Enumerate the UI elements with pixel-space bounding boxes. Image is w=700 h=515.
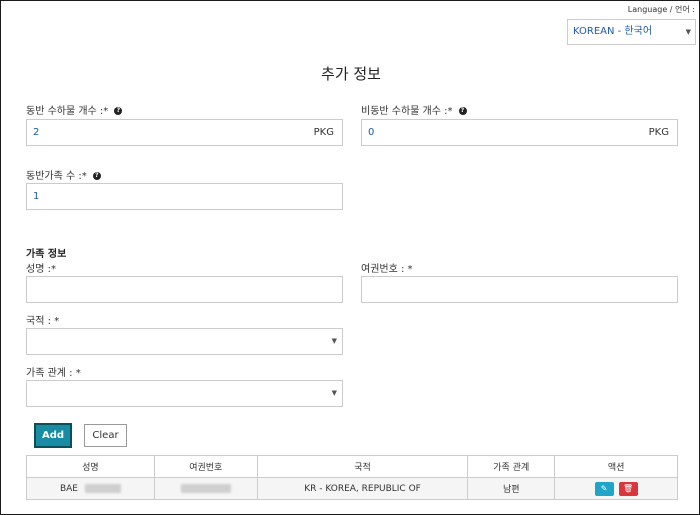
redacted-text bbox=[84, 483, 121, 493]
page-title: 추가 정보 bbox=[321, 65, 381, 83]
unaccompanied-luggage-label-text: 비동반 수하물 개수 :* bbox=[361, 106, 453, 117]
table-row: BAE KR - KOREA, REPUBLIC OF 남편 ✎ 🗑 bbox=[26, 477, 678, 500]
accompanied-luggage-value: 2 bbox=[33, 127, 40, 138]
accompanied-luggage-label-text: 동반 수하물 개수 :* bbox=[26, 106, 109, 117]
unaccompanied-luggage-input[interactable]: 0 PKG bbox=[361, 119, 678, 146]
help-icon[interactable]: ? bbox=[114, 107, 123, 115]
table-header-row: 성명 여권번호 국적 가족 관계 액션 bbox=[26, 455, 678, 478]
cell-actions: ✎ 🗑 bbox=[554, 477, 678, 500]
row-name-text: BAE bbox=[59, 483, 78, 494]
accompanied-luggage-input[interactable]: 2 PKG bbox=[26, 119, 343, 146]
caret-down-icon: ▼ bbox=[685, 28, 691, 36]
redacted-text bbox=[180, 483, 231, 493]
cell-name: BAE bbox=[26, 477, 155, 500]
family-count-label-text: 동반가족 수 :* bbox=[26, 171, 87, 182]
relationship-label: 가족 관계 : * bbox=[26, 368, 81, 379]
header-actions: 액션 bbox=[554, 455, 678, 478]
help-icon[interactable]: ? bbox=[458, 107, 467, 115]
accompanied-luggage-label: 동반 수하물 개수 :*? bbox=[26, 102, 123, 117]
edit-icon[interactable]: ✎ bbox=[594, 481, 614, 496]
relationship-select[interactable]: ▼ bbox=[26, 380, 343, 407]
header-relationship: 가족 관계 bbox=[467, 455, 556, 478]
add-button[interactable]: Add bbox=[34, 423, 72, 448]
language-select[interactable]: KOREAN - 한국어 ▼ bbox=[567, 19, 696, 45]
name-input[interactable] bbox=[26, 276, 343, 303]
passport-label: 여권번호 : * bbox=[361, 264, 413, 275]
unaccompanied-luggage-label: 비동반 수하물 개수 :*? bbox=[361, 102, 467, 117]
passport-input[interactable] bbox=[361, 276, 678, 303]
family-table: 성명 여권번호 국적 가족 관계 액션 BAE KR - KOREA, REPU… bbox=[26, 455, 678, 500]
language-label: Language / 언어 : bbox=[627, 5, 695, 14]
cell-passport bbox=[153, 477, 258, 500]
unaccompanied-luggage-unit: PKG bbox=[648, 127, 669, 138]
unaccompanied-luggage-value: 0 bbox=[368, 127, 375, 138]
cell-relationship: 남편 bbox=[467, 477, 556, 500]
header-nationality: 국적 bbox=[256, 455, 469, 478]
family-count-input[interactable]: 1 bbox=[26, 183, 343, 210]
nationality-select[interactable]: ▼ bbox=[26, 328, 343, 355]
family-count-value: 1 bbox=[33, 191, 40, 202]
family-info-title: 가족 정보 bbox=[26, 249, 67, 260]
name-label: 성명 :* bbox=[26, 264, 56, 275]
clear-button[interactable]: Clear bbox=[84, 424, 127, 447]
header-name: 성명 bbox=[26, 455, 155, 478]
help-icon[interactable]: ? bbox=[92, 172, 101, 180]
family-count-label: 동반가족 수 :*? bbox=[26, 167, 101, 182]
language-selected-value: KOREAN - 한국어 bbox=[573, 26, 653, 37]
caret-down-icon: ▼ bbox=[331, 337, 337, 345]
trash-icon[interactable]: 🗑 bbox=[618, 481, 638, 496]
page-frame: Language / 언어 : KOREAN - 한국어 ▼ 추가 정보 동반 … bbox=[0, 0, 700, 515]
accompanied-luggage-unit: PKG bbox=[313, 127, 334, 138]
nationality-label: 국적 : * bbox=[26, 316, 60, 327]
cell-nationality: KR - KOREA, REPUBLIC OF bbox=[256, 477, 469, 500]
header-passport: 여권번호 bbox=[153, 455, 258, 478]
caret-down-icon: ▼ bbox=[331, 389, 337, 397]
